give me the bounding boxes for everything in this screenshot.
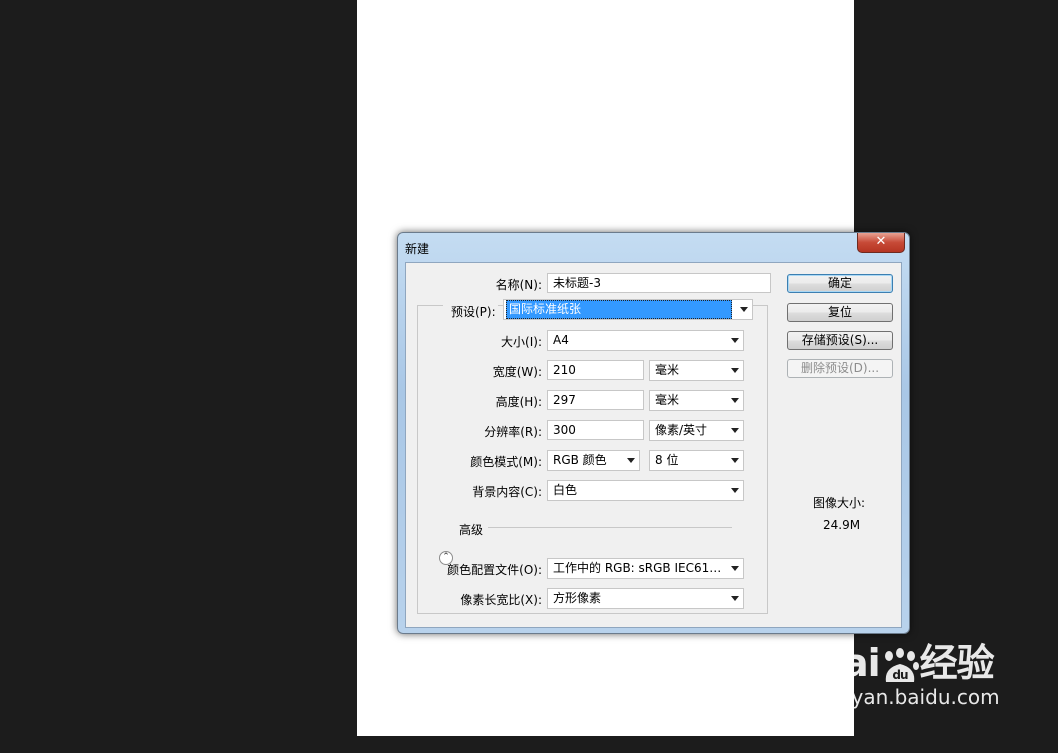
- size-value: A4: [553, 333, 569, 347]
- chevron-down-icon: [731, 428, 739, 433]
- reset-button[interactable]: 复位: [787, 303, 893, 322]
- dialog-client-area: 名称(N): 未标题-3 预设(P): 国际标准纸张 大小(I): A4 宽度(…: [405, 262, 902, 628]
- close-icon: ✕: [875, 234, 887, 249]
- width-unit-select[interactable]: 毫米: [649, 360, 744, 381]
- watermark-brand-mid: du: [892, 668, 908, 682]
- new-document-dialog: 新建 ✕ 名称(N): 未标题-3 预设(P): 国际标准纸张 大小(I): A…: [397, 232, 910, 634]
- height-unit-select[interactable]: 毫米: [649, 390, 744, 411]
- delete-preset-button: 删除预设(D)...: [787, 359, 893, 378]
- paw-icon: du: [880, 647, 920, 684]
- chevron-down-icon: [731, 338, 739, 343]
- image-size-label: 图像大小:: [813, 496, 866, 510]
- color-profile-value: 工作中的 RGB: sRGB IEC6196...: [553, 561, 724, 575]
- background-label: 背景内容(C):: [472, 485, 542, 499]
- advanced-divider: [488, 527, 732, 528]
- image-size-value: 24.9M: [823, 518, 861, 532]
- pixel-aspect-select[interactable]: 方形像素: [547, 588, 744, 609]
- width-unit-value: 毫米: [655, 363, 680, 377]
- chevron-down-icon: [731, 596, 739, 601]
- color-mode-label: 颜色模式(M):: [470, 455, 542, 469]
- chevron-down-icon: [627, 458, 635, 463]
- preset-label: 预设(P):: [443, 303, 498, 320]
- watermark-brand-left: Bai: [815, 641, 881, 685]
- color-mode-value: RGB 颜色: [553, 453, 607, 467]
- chevron-down-icon: [731, 566, 739, 571]
- pixel-aspect-label: 像素长宽比(X):: [460, 593, 542, 607]
- bit-depth-value: 8 位: [655, 453, 679, 467]
- chevron-down-icon: [731, 368, 739, 373]
- save-preset-button[interactable]: 存储预设(S)...: [787, 331, 893, 350]
- color-profile-select[interactable]: 工作中的 RGB: sRGB IEC6196...: [547, 558, 744, 579]
- ok-button[interactable]: 确定: [787, 274, 893, 293]
- background-select[interactable]: 白色: [547, 480, 744, 501]
- chevron-down-icon: [731, 488, 739, 493]
- resolution-unit-select[interactable]: 像素/英寸: [649, 420, 744, 441]
- height-unit-value: 毫米: [655, 393, 680, 407]
- chevron-down-icon: [731, 398, 739, 403]
- preset-value: 国际标准纸张: [506, 300, 732, 319]
- close-button[interactable]: ✕: [857, 233, 905, 253]
- bit-depth-select[interactable]: 8 位: [649, 450, 744, 471]
- width-input[interactable]: 210: [547, 360, 644, 380]
- name-input[interactable]: 未标题-3: [547, 273, 771, 293]
- color-profile-label: 颜色配置文件(O):: [447, 563, 542, 577]
- pixel-aspect-value: 方形像素: [553, 591, 602, 605]
- size-label: 大小(I):: [501, 335, 542, 349]
- height-label: 高度(H):: [495, 395, 542, 409]
- watermark-brand-right: 经验: [919, 641, 995, 685]
- chevron-down-icon: [731, 458, 739, 463]
- preset-select[interactable]: 国际标准纸张: [503, 299, 753, 320]
- watermark-url: jingyan.baidu.com: [815, 685, 1000, 709]
- advanced-label: 高级: [459, 523, 484, 537]
- resolution-unit-value: 像素/英寸: [655, 423, 708, 437]
- background-value: 白色: [553, 483, 578, 497]
- chevron-down-icon: [740, 307, 748, 312]
- height-input[interactable]: 297: [547, 390, 644, 410]
- resolution-input[interactable]: 300: [547, 420, 644, 440]
- width-label: 宽度(W):: [492, 365, 542, 379]
- resolution-label: 分辨率(R):: [484, 425, 542, 439]
- watermark-logo: Bai du 经验: [815, 632, 1000, 687]
- color-mode-select[interactable]: RGB 颜色: [547, 450, 640, 471]
- size-select[interactable]: A4: [547, 330, 744, 351]
- name-label: 名称(N):: [495, 278, 542, 292]
- baidu-jingyan-watermark: Bai du 经验 jingyan.baidu.com: [815, 632, 1000, 709]
- dialog-title: 新建: [405, 242, 430, 256]
